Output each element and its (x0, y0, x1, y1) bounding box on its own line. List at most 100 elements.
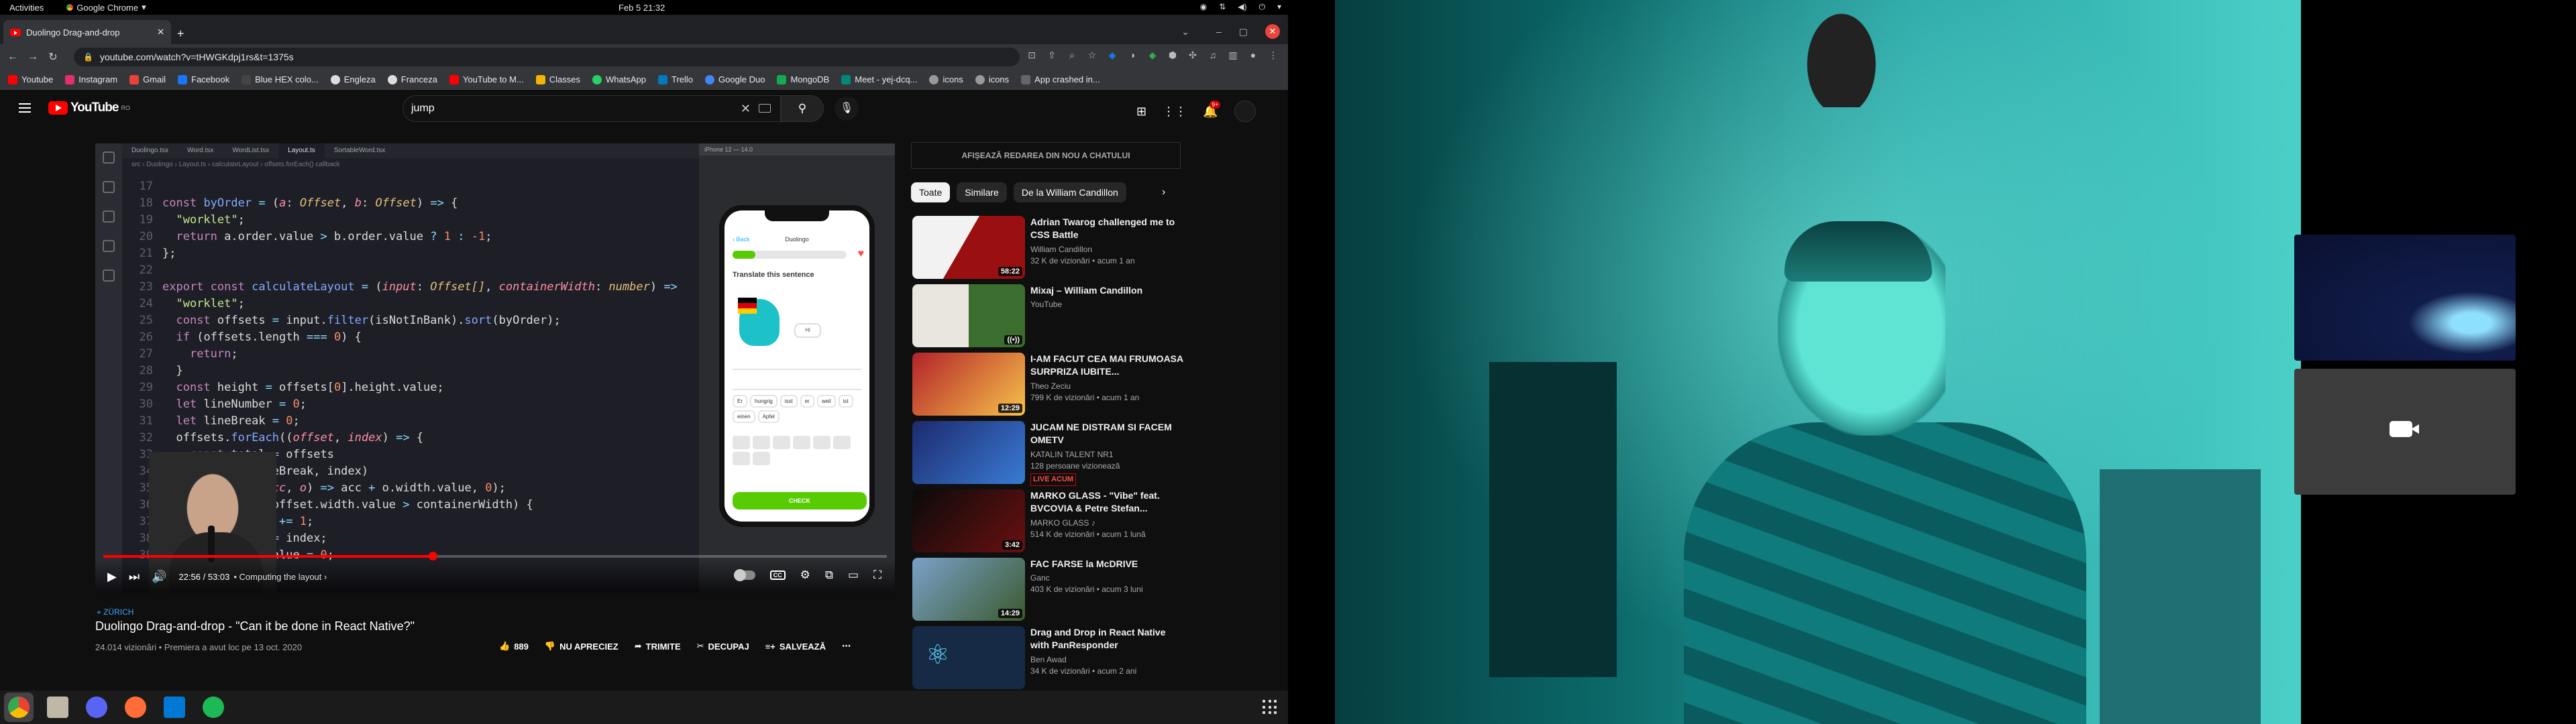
save-button[interactable]: ≡+ SALVEAZĂ (765, 642, 826, 652)
close-tab-icon[interactable]: ✕ (157, 27, 164, 38)
tab-search-icon[interactable]: ⌄ (1181, 26, 1189, 38)
extension-icon[interactable]: ◆ (1147, 50, 1158, 60)
bookmark-item[interactable]: icons (975, 74, 1009, 84)
apps-grid-icon[interactable]: ⋮⋮ (1163, 105, 1187, 119)
search-button[interactable]: ⚲ (781, 95, 824, 122)
like-button[interactable]: 👍 889 (499, 641, 529, 652)
puzzle-icon[interactable]: ✣ (1187, 50, 1198, 60)
app-menu[interactable]: Google Chrome ▾ (66, 2, 146, 13)
subtitles-icon[interactable]: CC (769, 570, 786, 580)
dislike-button[interactable]: 👎 NU APRECIEZ (545, 641, 619, 652)
bookmark-item[interactable]: Meet - yej-dcq... (841, 74, 917, 84)
minimize-icon[interactable]: – (1216, 26, 1222, 37)
channel-name[interactable]: William Candillon (1030, 244, 1191, 255)
tab-youtube[interactable]: Duolingo Drag-and-drop ✕ (3, 20, 171, 44)
recommended-video[interactable]: 14:29 FAC FARSE la McDRIVE Ganc 403 K de … (912, 558, 1194, 621)
dock-files[interactable] (43, 692, 72, 722)
share-icon[interactable]: ⇧ (1046, 50, 1057, 60)
close-window-button[interactable]: ✕ (1265, 24, 1280, 39)
show-applications-icon[interactable] (1263, 700, 1277, 715)
bookmark-item[interactable]: Engleza (330, 74, 376, 84)
bookmark-item[interactable]: Franceza (387, 74, 437, 84)
scrubber-handle[interactable] (428, 552, 437, 560)
bookmark-item[interactable]: App crashed in... (1021, 74, 1100, 84)
participant-tile[interactable] (2294, 235, 2516, 361)
miniplayer-icon[interactable]: ⧉ (825, 568, 833, 582)
clock[interactable]: Feb 5 21:32 (619, 3, 665, 13)
recommended-video[interactable]: 3:42 MARKO GLASS - "Vibe" feat. BVCOVIA … (912, 489, 1194, 552)
video-location[interactable]: ⌖ ZÜRICH (97, 607, 133, 617)
bookmark-item[interactable]: Google Duo (705, 74, 765, 84)
bookmark-item[interactable]: Gmail (129, 74, 166, 84)
back-arrow-icon[interactable]: ← (3, 51, 23, 63)
clear-search-icon[interactable]: ✕ (741, 96, 751, 121)
notifications-bell-icon[interactable]: 🔔 9+ (1203, 100, 1221, 119)
clip-button[interactable]: ✂ DECUPAJ (697, 641, 749, 652)
bookmark-item[interactable]: Facebook (178, 74, 229, 84)
volume-icon[interactable]: 🔊 (152, 570, 166, 584)
dock-chrome[interactable] (4, 692, 34, 722)
recommended-video[interactable]: ((•)) Mixaj – William Candillon YouTube (912, 284, 1194, 347)
more-actions-icon[interactable]: ⋯ (842, 641, 851, 652)
system-tray[interactable]: ◉ ⇅ ◀) ⏻ ▾ (1200, 2, 1281, 12)
extension-icon[interactable]: ◆ (1107, 50, 1118, 60)
bookmark-item[interactable]: YouTube to M... (449, 74, 524, 84)
recommended-video[interactable]: 12:29 I-AM FACUT CEA MAI FRUMOASA SURPRI… (912, 353, 1194, 416)
extension-icon[interactable]: ⬢ (1167, 50, 1178, 60)
bookmark-item[interactable]: Youtube (8, 74, 53, 84)
channel-name[interactable]: Ben Awad (1030, 654, 1191, 666)
profile-icon[interactable]: ● (1248, 50, 1258, 60)
new-tab-button[interactable]: + (177, 27, 184, 41)
video-thumbnail[interactable] (912, 421, 1025, 484)
bookmark-item[interactable]: icons (929, 74, 963, 84)
sidepanel-icon[interactable]: ▥ (1228, 50, 1238, 60)
address-bar[interactable]: 🔒 youtube.com/watch?v=tHWGKdpj1rs&t=1375… (74, 48, 1020, 66)
autoplay-toggle[interactable] (733, 569, 755, 581)
bookmark-item[interactable]: MongoDB (777, 74, 829, 84)
create-video-icon[interactable]: ⊞ (1136, 105, 1146, 119)
voice-search-button[interactable]: 🎙 (835, 97, 859, 121)
reload-icon[interactable]: ↻ (43, 50, 63, 64)
chat-replay-button[interactable]: AFIȘEAZĂ REDAREA DIN NOU A CHATULUI (911, 142, 1181, 169)
dock-spotify[interactable] (199, 692, 228, 722)
recommended-video[interactable]: 58:22 Adrian Twarog challenged me to CSS… (912, 216, 1194, 279)
zoom-icon[interactable]: ⌕ (1067, 50, 1077, 60)
activities-button[interactable]: Activities (9, 3, 44, 13)
video-thumbnail[interactable]: ⚛ (912, 626, 1025, 689)
recommended-video[interactable]: ⚛ Drag and Drop in React Native with Pan… (912, 626, 1194, 690)
channel-name[interactable]: MARKO GLASS ♪ (1030, 518, 1191, 529)
bookmark-item[interactable]: Instagram (65, 74, 117, 84)
video-thumbnail[interactable]: 12:29 (912, 353, 1025, 416)
video-thumbnail[interactable]: 14:29 (912, 558, 1025, 621)
camera-off-tile[interactable] (2294, 369, 2516, 495)
fullscreen-icon[interactable]: ⛶ (873, 568, 881, 582)
bookmark-item[interactable]: WhatsApp (592, 74, 646, 84)
chip-from-channel[interactable]: De la William Candillon (1013, 182, 1126, 202)
channel-name[interactable]: Theo Zeciu (1030, 381, 1191, 392)
chevron-right-icon[interactable]: › (1162, 186, 1165, 198)
hamburger-menu-icon[interactable] (19, 103, 31, 113)
share-button[interactable]: ➦ TRIMITE (635, 641, 681, 652)
star-icon[interactable]: ☆ (1087, 50, 1097, 60)
video-thumbnail[interactable]: 3:42 (912, 489, 1025, 552)
video-thumbnail[interactable]: 58:22 (912, 216, 1025, 279)
search-input[interactable]: jump ✕ (402, 95, 781, 122)
youtube-logo[interactable]: YouTube RO (48, 101, 130, 115)
kebab-menu-icon[interactable]: ⋮ (1268, 50, 1279, 60)
install-icon[interactable]: ⊡ (1026, 50, 1037, 60)
lock-icon[interactable]: 🔒 (83, 52, 93, 62)
chip-all[interactable]: Toate (911, 182, 951, 202)
avatar[interactable] (1234, 101, 1256, 122)
settings-gear-icon[interactable]: ⚙ (800, 568, 810, 582)
keyboard-icon[interactable] (759, 104, 771, 113)
video-thumbnail[interactable]: ((•)) (912, 284, 1025, 347)
bookmark-item[interactable]: Classes (535, 74, 580, 84)
extension-icon[interactable]: ◑ (1127, 50, 1138, 60)
channel-name[interactable]: YouTube (1030, 299, 1191, 310)
bookmark-item[interactable]: Trello (658, 74, 693, 84)
next-icon[interactable]: ⏭ (129, 570, 140, 584)
bookmark-item[interactable]: Blue HEX colo... (241, 74, 319, 84)
chip-similar[interactable]: Similare (957, 182, 1007, 202)
forward-arrow-icon[interactable]: → (23, 51, 43, 63)
play-icon[interactable]: ▶ (107, 570, 117, 584)
